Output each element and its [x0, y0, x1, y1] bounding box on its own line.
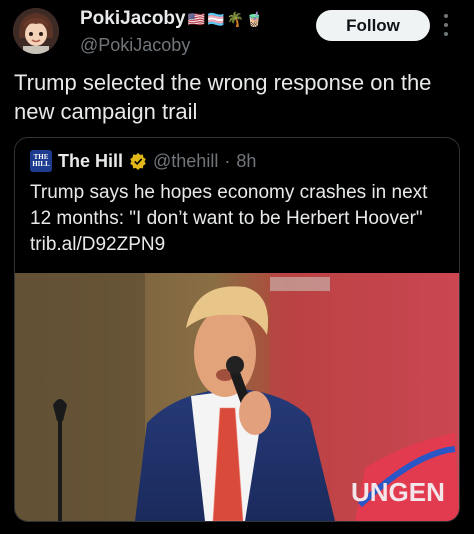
bubble-tea-emoji: 🧋 — [245, 11, 264, 27]
verified-badge-icon — [130, 152, 146, 170]
quoted-author-handle[interactable]: @thehill — [153, 151, 218, 172]
trans-flag-emoji: 🏳️‍⚧️ — [207, 11, 225, 27]
follow-button[interactable]: Follow — [316, 10, 430, 41]
the-hill-logo-text: THE HILL — [32, 153, 50, 168]
meta-separator: · — [224, 150, 231, 171]
avatar-illustration — [13, 8, 59, 54]
avatar[interactable] — [13, 8, 59, 54]
quoted-author-name[interactable]: The Hill — [58, 151, 123, 172]
author-name-row: PokiJacoby 🇺🇸 🏳️‍⚧️ 🌴 🧋 — [80, 8, 263, 30]
author-handle[interactable]: @PokiJacoby — [80, 35, 190, 56]
us-flag-emoji: 🇺🇸 — [187, 11, 206, 27]
the-hill-logo[interactable]: THE HILL — [30, 150, 52, 172]
sign-text: UNGEN — [351, 477, 445, 507]
tweet-text: Trump selected the wrong response on the… — [14, 70, 432, 124]
more-options-icon[interactable] — [442, 14, 450, 36]
author-display-name[interactable]: PokiJacoby — [80, 8, 186, 30]
quoted-tweet-text: Trump says he hopes economy crashes in n… — [30, 182, 428, 255]
palm-tree-emoji: 🌴 — [226, 11, 244, 27]
quoted-tweet-photo[interactable]: UNGEN — [15, 273, 459, 521]
quoted-tweet-card[interactable]: THE HILL The Hill @thehill · 8h Trump sa… — [14, 137, 460, 522]
quoted-tweet-header: THE HILL The Hill @thehill · 8h — [30, 150, 256, 172]
quoted-tweet-time[interactable]: 8h — [236, 151, 256, 172]
